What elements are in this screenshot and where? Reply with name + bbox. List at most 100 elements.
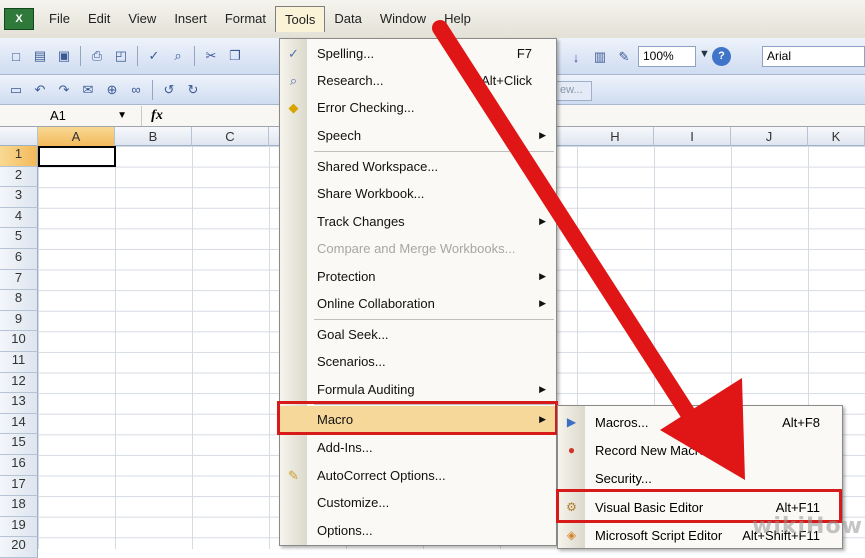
- column-header[interactable]: A: [38, 127, 115, 146]
- cut-icon[interactable]: ✂: [201, 46, 221, 66]
- menu-item-share-workbook[interactable]: Share Workbook...: [280, 180, 556, 207]
- menu-item-customize[interactable]: Customize...: [280, 489, 556, 516]
- forward-icon[interactable]: ↷: [54, 80, 74, 100]
- column-header[interactable]: I: [654, 127, 731, 146]
- menu-item-scenarios[interactable]: Scenarios...: [280, 348, 556, 375]
- menu-separator: [314, 319, 554, 320]
- zoom-combo[interactable]: 100%: [638, 46, 696, 67]
- row-header[interactable]: 14: [0, 413, 38, 435]
- menu-item-goal-seek[interactable]: Goal Seek...: [280, 321, 556, 348]
- link-icon[interactable]: ∞: [126, 80, 146, 100]
- menu-item-add-ins[interactable]: Add-Ins...: [280, 434, 556, 461]
- menu-tools[interactable]: Tools: [275, 6, 326, 32]
- column-header[interactable]: K: [808, 127, 865, 146]
- row-header[interactable]: 8: [0, 290, 38, 311]
- row-header[interactable]: 10: [0, 331, 38, 352]
- help-icon[interactable]: ?: [712, 47, 731, 66]
- menu-item-label: Research...: [317, 73, 384, 88]
- toolbar-separator: [152, 79, 153, 100]
- menu-item-label: Shared Workspace...: [317, 159, 439, 174]
- row-header[interactable]: 16: [0, 455, 38, 476]
- row-header[interactable]: 13: [0, 393, 38, 414]
- chart-wizard-icon[interactable]: ▥: [590, 47, 610, 67]
- menu-window[interactable]: Window: [371, 6, 435, 32]
- menu-item-label: Scenarios...: [317, 354, 386, 369]
- row-header[interactable]: 12: [0, 372, 38, 394]
- column-header[interactable]: H: [577, 127, 654, 146]
- menu-help[interactable]: Help: [435, 6, 480, 32]
- menu-item-track-changes[interactable]: Track Changes ▶: [280, 208, 556, 235]
- attach-icon[interactable]: ⊕: [102, 80, 122, 100]
- row-header[interactable]: 9: [0, 310, 38, 332]
- copy-icon[interactable]: ❐: [225, 46, 245, 66]
- redo-icon[interactable]: ↻: [183, 80, 203, 100]
- menu-item-shortcut: Alt+Click: [481, 73, 532, 88]
- sort-icon[interactable]: ↓: [566, 47, 586, 67]
- open-folder-icon[interactable]: ▤: [30, 46, 50, 66]
- row-header[interactable]: 17: [0, 475, 38, 497]
- menu-item-shortcut: F7: [516, 46, 532, 61]
- menu-item-options[interactable]: Options...: [280, 517, 556, 544]
- excel-app-icon[interactable]: X: [4, 8, 34, 30]
- menu-item-label: Options...: [317, 523, 373, 538]
- row-header[interactable]: 18: [0, 496, 38, 517]
- submenu-item-record-macro[interactable]: ● Record New Macro...: [558, 436, 842, 464]
- column-header[interactable]: C: [192, 127, 269, 146]
- menu-file[interactable]: File: [40, 6, 79, 32]
- font-name-combo[interactable]: Arial: [762, 46, 865, 67]
- spelling-icon[interactable]: ✓: [144, 46, 164, 66]
- new-document-icon[interactable]: □: [6, 46, 26, 66]
- save-icon[interactable]: ▣: [54, 46, 74, 66]
- menu-item-autocorrect[interactable]: ✎ AutoCorrect Options...: [280, 462, 556, 489]
- row-header[interactable]: 4: [0, 207, 38, 229]
- zoom-dropdown-icon[interactable]: ▼: [699, 48, 710, 60]
- menu-item-formula-auditing[interactable]: Formula Auditing ▶: [280, 376, 556, 403]
- menu-view[interactable]: View: [119, 6, 165, 32]
- row-header[interactable]: 6: [0, 249, 38, 270]
- select-all-corner[interactable]: [0, 127, 38, 146]
- mail-icon[interactable]: ✉: [78, 80, 98, 100]
- menu-edit[interactable]: Edit: [79, 6, 119, 32]
- menu-item-error-checking[interactable]: ◆ Error Checking...: [280, 94, 556, 121]
- row-header[interactable]: 15: [0, 434, 38, 455]
- reviewing-field[interactable]: ew...: [556, 81, 592, 101]
- menu-data[interactable]: Data: [325, 6, 370, 32]
- undo-icon[interactable]: ↺: [159, 80, 179, 100]
- submenu-arrow-icon: ▶: [539, 298, 546, 308]
- menu-item-label: Error Checking...: [317, 100, 415, 115]
- submenu-item-macros[interactable]: ▶ Macros... Alt+F8: [558, 408, 842, 436]
- menu-item-speech[interactable]: Speech ▶: [280, 122, 556, 149]
- print-icon[interactable]: ⎙: [87, 46, 107, 66]
- print-preview-icon[interactable]: ◰: [111, 46, 131, 66]
- row-header[interactable]: 1: [0, 146, 38, 167]
- play-icon: ▶: [566, 415, 577, 429]
- submenu-item-security[interactable]: Security...: [558, 464, 842, 492]
- column-header[interactable]: J: [731, 127, 808, 146]
- chevron-down-icon[interactable]: ▼: [117, 106, 127, 126]
- active-cell-a1[interactable]: [38, 146, 116, 167]
- row-header[interactable]: 7: [0, 269, 38, 291]
- function-icon[interactable]: fx: [142, 108, 172, 124]
- research-icon[interactable]: ⌕: [168, 46, 188, 66]
- menu-insert[interactable]: Insert: [165, 6, 216, 32]
- menu-item-protection[interactable]: Protection ▶: [280, 263, 556, 290]
- reply-icon[interactable]: ↶: [30, 80, 50, 100]
- menu-item-spelling[interactable]: ✓ Spelling... F7: [280, 40, 556, 67]
- menu-bar: X File Edit View Insert Format Tools Dat…: [0, 0, 865, 38]
- row-header[interactable]: 5: [0, 228, 38, 249]
- submenu-arrow-icon: ▶: [539, 130, 546, 140]
- row-header[interactable]: 19: [0, 516, 38, 538]
- menu-item-online-collaboration[interactable]: Online Collaboration ▶: [280, 290, 556, 317]
- toolbar-right-group: ↓ ▥ ✎: [566, 47, 634, 67]
- column-header[interactable]: B: [115, 127, 192, 146]
- row-header[interactable]: 3: [0, 187, 38, 208]
- menu-format[interactable]: Format: [216, 6, 275, 32]
- menu-item-shared-workspace[interactable]: Shared Workspace...: [280, 153, 556, 180]
- row-header[interactable]: 20: [0, 537, 38, 558]
- folder-icon[interactable]: ▭: [6, 80, 26, 100]
- menu-item-research[interactable]: ⌕ Research... Alt+Click: [280, 67, 556, 94]
- name-box[interactable]: A1 ▼: [0, 105, 142, 126]
- row-header[interactable]: 2: [0, 166, 38, 188]
- row-header[interactable]: 11: [0, 352, 38, 373]
- drawing-icon[interactable]: ✎: [614, 47, 634, 67]
